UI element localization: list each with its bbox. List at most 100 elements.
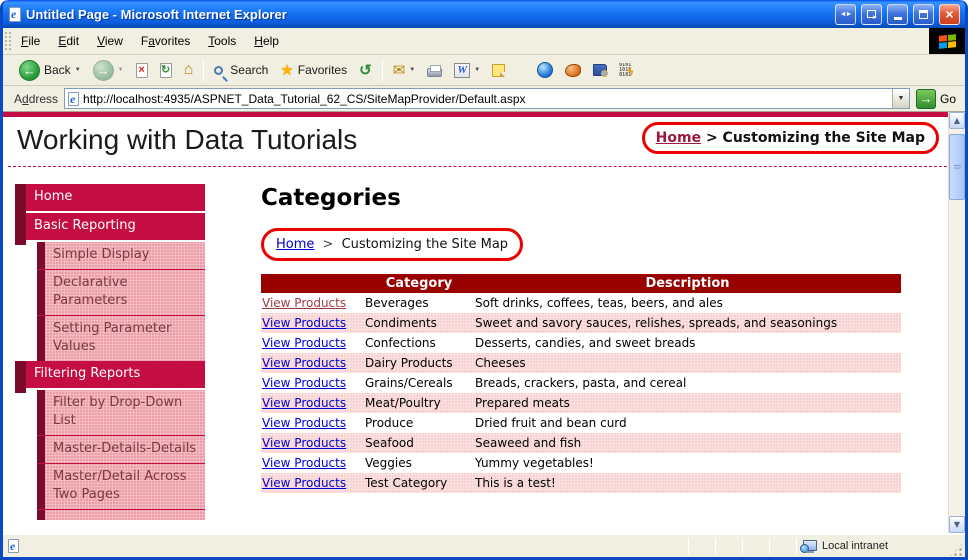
view-products-link[interactable]: View Products bbox=[262, 396, 346, 410]
sidebar-item-master-detail-across-two-pages[interactable]: Master/Detail Across Two Pages bbox=[37, 463, 205, 509]
view-products-link[interactable]: View Products bbox=[262, 436, 346, 450]
sidebar-item-tab bbox=[37, 436, 45, 463]
title-bar[interactable]: Untitled Page - Microsoft Internet Explo… bbox=[3, 0, 965, 28]
scroll-down-button[interactable]: ▼ bbox=[949, 516, 965, 533]
scrollbar-track[interactable] bbox=[949, 129, 965, 516]
status-left-pane bbox=[8, 538, 688, 554]
stop-button[interactable]: × bbox=[131, 61, 153, 80]
status-pane bbox=[689, 534, 715, 557]
sticky-note-icon bbox=[492, 63, 506, 77]
view-products-link[interactable]: View Products bbox=[262, 416, 346, 430]
vertical-scrollbar[interactable]: ▲ ▼ bbox=[948, 112, 965, 533]
minimize-button[interactable] bbox=[887, 3, 908, 25]
annotation-oval-content-breadcrumb: Home > Customizing the Site Map bbox=[261, 228, 524, 261]
category-cell: Condiments bbox=[365, 316, 437, 330]
sidebar-item-label: Filtering Reports bbox=[26, 361, 205, 388]
thumb-grip-icon bbox=[953, 164, 961, 170]
status-pane bbox=[770, 534, 796, 557]
sidebar-item-label: Basic Reporting bbox=[26, 213, 205, 240]
view-products-link[interactable]: View Products bbox=[262, 456, 346, 470]
category-cell: Beverages bbox=[365, 296, 429, 310]
category-row: View Products Meat/Poultry Prepared meats bbox=[261, 393, 901, 413]
sidebar-item-basic-reporting[interactable]: Basic Reporting bbox=[15, 213, 205, 245]
messenger-button[interactable] bbox=[532, 60, 558, 80]
sidebar-item-master-details-details[interactable]: Master-Details-Details bbox=[37, 435, 205, 463]
menu-item-favorites[interactable]: Favorites bbox=[132, 30, 199, 52]
fox-tool-button[interactable] bbox=[560, 62, 586, 79]
home-button[interactable]: ⌂ bbox=[179, 59, 199, 81]
category-cell: Test Category bbox=[365, 476, 448, 490]
scrollbar-thumb[interactable] bbox=[949, 134, 965, 200]
search-button[interactable]: Search bbox=[209, 61, 273, 79]
pop-out-button[interactable] bbox=[861, 3, 882, 25]
fox-icon bbox=[565, 63, 582, 77]
forward-button[interactable]: → ▼ bbox=[88, 58, 129, 83]
category-row: View Products Beverages Soft drinks, coffe… bbox=[261, 293, 901, 313]
table-header-row: Category Description bbox=[261, 274, 901, 293]
view-products-link[interactable]: View Products bbox=[262, 356, 346, 370]
resize-grip[interactable] bbox=[949, 543, 963, 557]
view-products-link[interactable]: View Products bbox=[262, 476, 346, 490]
description-cell: Desserts, candies, and sweet breads bbox=[475, 336, 696, 350]
status-bar: Local intranet bbox=[3, 533, 965, 557]
sidebar-item-label: Setting Parameter Values bbox=[45, 316, 205, 361]
page-title: Categories bbox=[261, 185, 401, 211]
menu-item-file[interactable]: File bbox=[12, 30, 49, 52]
script-tool-button[interactable]: 0101 1010 0101 bbox=[614, 61, 639, 79]
sidebar-item-setting-parameter-values[interactable]: Setting Parameter Values bbox=[37, 315, 205, 361]
toolbar-grip[interactable] bbox=[4, 31, 11, 51]
notes-button[interactable] bbox=[487, 62, 510, 79]
content-breadcrumb-home-link[interactable]: Home bbox=[276, 237, 314, 252]
scroll-up-button[interactable]: ▲ bbox=[949, 112, 965, 129]
print-button[interactable] bbox=[422, 62, 447, 79]
sidebar-item-home[interactable]: Home bbox=[15, 184, 205, 216]
address-dropdown-button[interactable]: ▼ bbox=[891, 89, 909, 108]
maximize-button[interactable] bbox=[913, 3, 934, 25]
view-products-link[interactable]: View Products bbox=[262, 336, 346, 350]
description-cell: Cheeses bbox=[475, 356, 526, 370]
menu-item-tools[interactable]: Tools bbox=[199, 30, 245, 52]
address-input[interactable]: http://localhost:4935/ASPNET_Data_Tutori… bbox=[64, 88, 910, 109]
category-row: View Products Produce Dried fruit and bean… bbox=[261, 413, 901, 433]
view-products-link[interactable]: View Products bbox=[262, 316, 346, 330]
sidebar-item-filter-by-drop-down-list[interactable]: Filter by Drop-Down List bbox=[37, 390, 205, 435]
view-products-link[interactable]: View Products bbox=[262, 296, 346, 310]
back-button[interactable]: ← Back ▼ bbox=[14, 58, 86, 83]
window-title: Untitled Page - Microsoft Internet Explo… bbox=[26, 6, 287, 22]
close-button[interactable]: × bbox=[939, 3, 960, 25]
sidebar-item-filtering-reports[interactable]: Filtering Reports bbox=[15, 361, 205, 393]
sidebar-item-clipped[interactable] bbox=[37, 509, 205, 520]
research-button[interactable] bbox=[588, 62, 612, 78]
address-url[interactable]: http://localhost:4935/ASPNET_Data_Tutori… bbox=[83, 92, 888, 106]
sidebar-item-label: Filter by Drop-Down List bbox=[45, 390, 205, 435]
sidebar-item-declarative-parameters[interactable]: Declarative Parameters bbox=[37, 269, 205, 315]
forward-icon: → bbox=[92, 59, 114, 81]
sidebar-item-label: Declarative Parameters bbox=[45, 270, 205, 315]
left-right-arrows-icon: ◄► bbox=[839, 10, 853, 18]
description-cell: Soft drinks, coffees, teas, beers, and a… bbox=[475, 296, 723, 310]
category-cell: Seafood bbox=[365, 436, 414, 450]
ie-app-icon bbox=[9, 6, 21, 22]
history-button[interactable]: ↺ bbox=[354, 59, 377, 81]
go-label: Go bbox=[939, 91, 956, 106]
toolbar-separator bbox=[203, 59, 205, 81]
description-cell: Breads, crackers, pasta, and cereal bbox=[475, 376, 687, 390]
toolbar-separator bbox=[381, 59, 383, 81]
edit-with-word-button[interactable]: W ▼ bbox=[449, 61, 485, 80]
window-arrow-icon bbox=[867, 10, 878, 21]
page-content: Working with Data Tutorials Home > Custo… bbox=[3, 112, 965, 533]
menu-item-edit[interactable]: Edit bbox=[49, 30, 88, 52]
favorites-button[interactable]: ★ Favorites bbox=[275, 59, 352, 81]
mail-button[interactable]: ✉ ▼ bbox=[388, 59, 421, 81]
menu-item-view[interactable]: View bbox=[88, 30, 132, 52]
header-breadcrumb-home-link[interactable]: Home bbox=[656, 130, 701, 146]
zone-label: Local intranet bbox=[822, 539, 889, 552]
category-row: View Products Seafood Seaweed and fish bbox=[261, 433, 901, 453]
view-products-link[interactable]: View Products bbox=[262, 376, 346, 390]
sidebar-item-simple-display[interactable]: Simple Display bbox=[37, 242, 205, 269]
refresh-button[interactable]: ↻ bbox=[155, 61, 177, 80]
resize-toggle-button[interactable]: ◄► bbox=[835, 3, 856, 25]
go-button[interactable]: → Go bbox=[910, 88, 962, 109]
book-magnifier-icon bbox=[593, 64, 609, 77]
menu-item-help[interactable]: Help bbox=[245, 30, 288, 52]
